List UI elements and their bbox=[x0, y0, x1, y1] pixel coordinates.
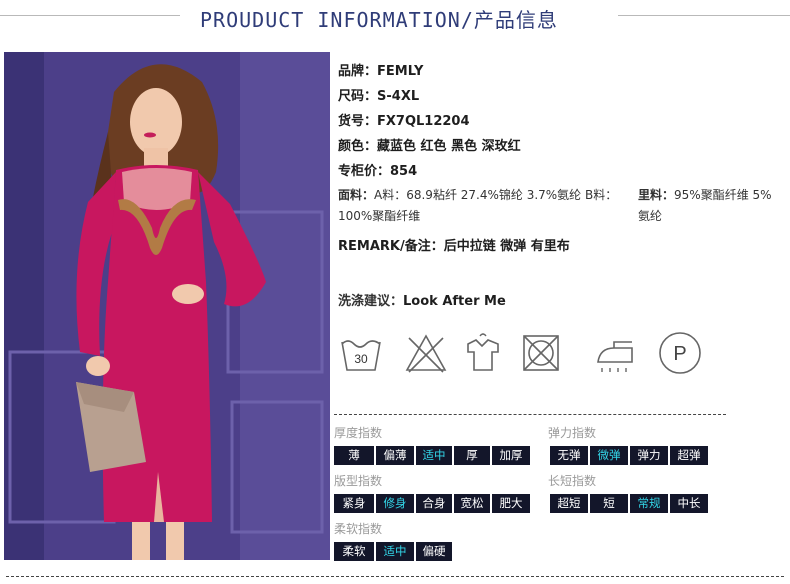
fit-option-2[interactable]: 合身 bbox=[416, 494, 452, 513]
elasticity-option-0[interactable]: 无弹 bbox=[550, 446, 588, 465]
spec-price: 专柜价：854 bbox=[338, 160, 417, 179]
spec-price-label: 专柜价： bbox=[338, 164, 391, 179]
thickness-option-3[interactable]: 厚 bbox=[454, 446, 490, 465]
dry-clean-p-icon: P bbox=[659, 332, 701, 374]
bottom-divider bbox=[6, 576, 784, 577]
dress-model-illustration bbox=[4, 52, 330, 560]
no-bleach-icon bbox=[405, 334, 447, 373]
spec-fabric-label: 面料： bbox=[338, 188, 375, 202]
fit-index-title: 版型指数 bbox=[334, 474, 383, 488]
header-rule-right bbox=[618, 15, 790, 16]
spec-color: 颜色：藏蓝色 红色 黑色 深玫红 bbox=[338, 135, 521, 154]
thickness-option-4[interactable]: 加厚 bbox=[492, 446, 530, 465]
header-rule-left bbox=[0, 15, 180, 16]
softness-option-1[interactable]: 适中 bbox=[376, 542, 414, 561]
fit-option-0[interactable]: 紧身 bbox=[334, 494, 374, 513]
no-tumble-dry-icon bbox=[523, 335, 559, 371]
elasticity-option-1[interactable]: 微弹 bbox=[590, 446, 628, 465]
spec-item-no: 货号：FX7QL12204 bbox=[338, 110, 470, 129]
spec-remark: REMARK/备注：后中拉链 微弹 有里布 bbox=[338, 235, 570, 254]
thickness-option-2[interactable]: 适中 bbox=[416, 446, 452, 465]
dry-clean-p-text: P bbox=[673, 343, 686, 365]
wash-30-text: 30 bbox=[354, 352, 368, 366]
care-icons: 30 P bbox=[338, 330, 718, 378]
spec-brand: 品牌：FEMLY bbox=[338, 60, 423, 79]
elasticity-option-2[interactable]: 弹力 bbox=[630, 446, 668, 465]
wash-value: Look After Me bbox=[403, 294, 506, 309]
spec-item-no-value: FX7QL12204 bbox=[377, 114, 470, 129]
spec-brand-value: FEMLY bbox=[377, 64, 424, 79]
fit-option-4[interactable]: 肥大 bbox=[492, 494, 530, 513]
spec-lining: 里料：95%聚酯纤维 5%氨纶 bbox=[638, 185, 778, 227]
section-divider bbox=[334, 414, 726, 415]
spec-lining-label: 里料： bbox=[638, 188, 675, 202]
page-title: PROUDUCT INFORMATION/产品信息 bbox=[200, 8, 558, 32]
wash-30-icon: 30 bbox=[341, 340, 381, 371]
fit-option-3[interactable]: 宽松 bbox=[454, 494, 490, 513]
spec-color-label: 颜色： bbox=[338, 139, 378, 154]
length-option-3[interactable]: 中长 bbox=[670, 494, 708, 513]
softness-index-options: 柔软 适中 偏硬 bbox=[334, 542, 454, 561]
hang-dry-icon bbox=[467, 333, 499, 371]
spec-size: 尺码：S-4XL bbox=[338, 85, 419, 104]
length-option-2[interactable]: 常规 bbox=[630, 494, 668, 513]
spec-remark-value: 后中拉链 微弹 有里布 bbox=[443, 239, 570, 254]
spec-fabric-value: A料：68.9粘纤 27.4%锦纶 3.7%氨纶 B料：100%聚酯纤维 bbox=[338, 188, 618, 223]
elasticity-index-options: 无弹 微弹 弹力 超弹 bbox=[550, 446, 710, 465]
elasticity-option-3[interactable]: 超弹 bbox=[670, 446, 708, 465]
softness-option-2[interactable]: 偏硬 bbox=[416, 542, 452, 561]
spec-price-value: 854 bbox=[390, 164, 418, 179]
product-photo bbox=[4, 52, 330, 560]
header: PROUDUCT INFORMATION/产品信息 bbox=[0, 0, 790, 40]
thickness-index-options: 薄 偏薄 适中 厚 加厚 bbox=[334, 446, 532, 465]
spec-color-value: 藏蓝色 红色 黑色 深玫红 bbox=[377, 139, 521, 154]
length-option-1[interactable]: 短 bbox=[590, 494, 628, 513]
wash-advice: 洗涤建议：Look After Me bbox=[338, 290, 506, 309]
iron-icon bbox=[597, 341, 633, 372]
length-index-title: 长短指数 bbox=[548, 474, 597, 488]
spec-size-value: S-4XL bbox=[377, 89, 420, 104]
length-index-options: 超短 短 常规 中长 bbox=[550, 494, 710, 513]
spec-remark-label: REMARK/备注： bbox=[338, 239, 444, 254]
spec-fabric: 面料：A料：68.9粘纤 27.4%锦纶 3.7%氨纶 B料：100%聚酯纤维 bbox=[338, 185, 628, 227]
length-option-0[interactable]: 超短 bbox=[550, 494, 588, 513]
softness-option-0[interactable]: 柔软 bbox=[334, 542, 374, 561]
fit-option-1[interactable]: 修身 bbox=[376, 494, 414, 513]
thickness-index-title: 厚度指数 bbox=[334, 426, 383, 440]
thickness-option-0[interactable]: 薄 bbox=[334, 446, 374, 465]
wash-label: 洗涤建议： bbox=[338, 294, 404, 309]
softness-index-title: 柔软指数 bbox=[334, 522, 383, 536]
fit-index-options: 紧身 修身 合身 宽松 肥大 bbox=[334, 494, 532, 513]
elasticity-index-title: 弹力指数 bbox=[548, 426, 597, 440]
spec-size-label: 尺码： bbox=[338, 89, 378, 104]
spec-brand-label: 品牌： bbox=[338, 64, 378, 79]
spec-item-no-label: 货号： bbox=[338, 114, 378, 129]
thickness-option-1[interactable]: 偏薄 bbox=[376, 446, 414, 465]
